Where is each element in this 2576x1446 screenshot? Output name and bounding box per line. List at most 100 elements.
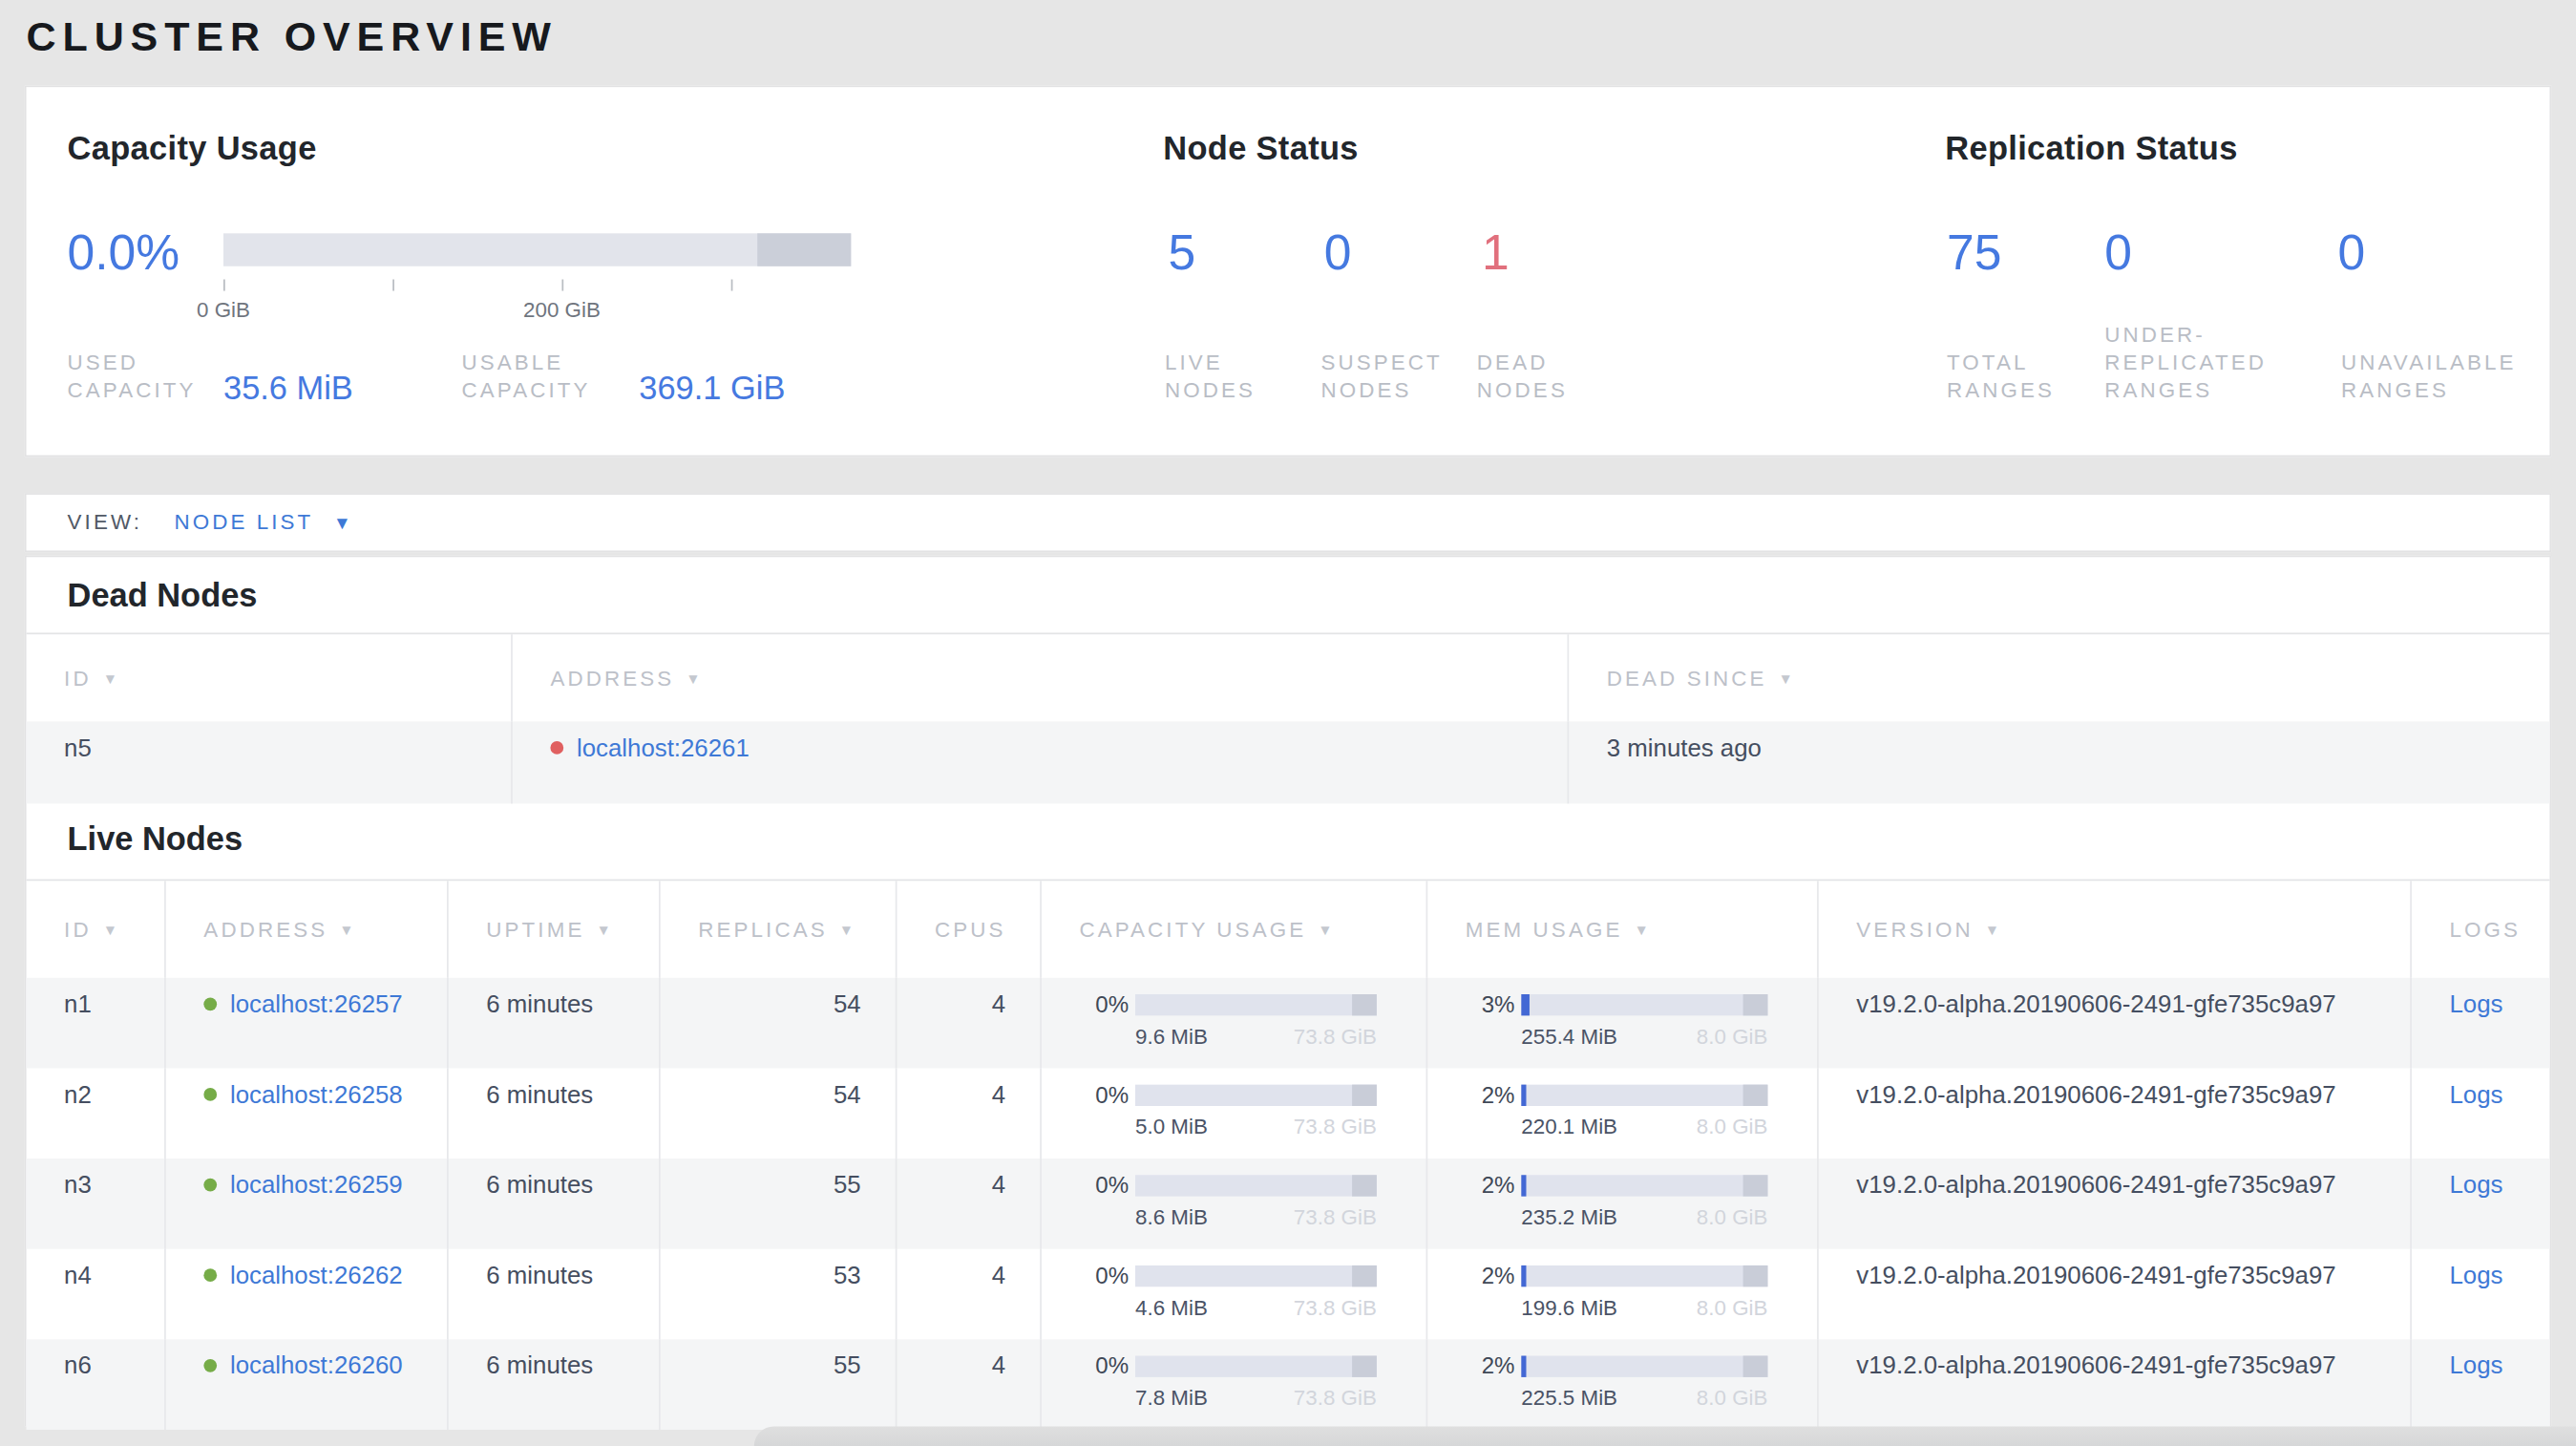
node-cpus: 4 [896,1339,1040,1430]
dead-node-address-link[interactable]: localhost:26261 [577,733,750,760]
live-status-icon [203,1359,217,1372]
node-cpus: 4 [896,1249,1040,1340]
sort-desc-icon: ▼ [339,916,353,943]
usable-capacity-value: 369.1 GiB [639,370,785,408]
node-address-link[interactable]: localhost:26258 [230,1079,403,1107]
usable-capacity-label: USABLE CAPACITY [462,349,610,405]
live-node-row: n3 localhost:26259 6 minutes 55 4 0% 8.6… [27,1159,2550,1249]
memory-bar [1521,1084,1767,1105]
live-node-row: n1 localhost:26257 6 minutes 54 4 0% 9.6… [27,978,2550,1069]
capacity-bar-reserved-segment [757,233,851,266]
node-replicas: 55 [659,1159,896,1249]
node-mem-usage: 2% 220.1 MiB8.0 GiB [1426,1068,1818,1159]
live-status-icon [203,1179,217,1192]
capacity-tick-label: 200 GiB [523,297,601,322]
view-selector-dropdown[interactable]: NODE LIST▼ [174,495,350,551]
node-address-link[interactable]: localhost:26260 [230,1350,403,1378]
live-header-replicas[interactable]: REPLICAS▼ [659,881,896,978]
logs-link[interactable]: Logs [2450,989,2503,1017]
unavailable-label: UNAVAILABLE RANGES [2341,349,2530,405]
dead-nodes-label: DEAD NODES [1477,349,1595,405]
node-version: v19.2.0-alpha.20190606-2491-gfe735c9a97 [1817,1159,2410,1249]
node-address: localhost:26259 [164,1159,447,1249]
node-address-link[interactable]: localhost:26257 [230,989,403,1017]
sort-desc-icon: ▼ [103,665,117,691]
live-nodes-count: 5 [1168,222,1195,284]
chevron-down-icon: ▼ [333,513,351,533]
node-id: n4 [27,1249,165,1340]
dead-header-address[interactable]: ADDRESS▼ [511,634,1567,721]
suspect-nodes-label: SUSPECT NODES [1320,349,1452,405]
node-cpus: 4 [896,1159,1040,1249]
live-header-cpus[interactable]: CPUS [896,881,1040,978]
live-header-uptime[interactable]: UPTIME▼ [447,881,659,978]
node-id: n1 [27,978,165,1069]
used-capacity-label: USED CAPACITY [68,349,216,405]
node-capacity-usage: 0% 9.6 MiB73.8 GiB [1040,978,1425,1069]
node-uptime: 6 minutes [447,1339,659,1430]
sort-desc-icon: ▼ [103,916,117,943]
dead-nodes-table: ID▼ ADDRESS▼ DEAD SINCE▼ n5 localhost:26… [27,632,2550,803]
capacity-bar [1135,1355,1377,1376]
live-nodes-heading: Live Nodes [68,820,243,859]
sort-desc-icon: ▼ [1318,916,1332,943]
dead-nodes-header-row: ID▼ ADDRESS▼ DEAD SINCE▼ [27,634,2550,721]
dead-header-dead-since[interactable]: DEAD SINCE▼ [1568,634,2550,721]
dead-header-id[interactable]: ID▼ [27,634,512,721]
capacity-bar [1135,1084,1377,1105]
node-version: v19.2.0-alpha.20190606-2491-gfe735c9a97 [1817,1339,2410,1430]
node-capacity-usage: 0% 5.0 MiB73.8 GiB [1040,1068,1425,1159]
dead-node-address: localhost:26261 [511,721,1567,803]
node-uptime: 6 minutes [447,978,659,1069]
view-bar: VIEW: NODE LIST▼ [25,493,2551,552]
logs-link[interactable]: Logs [2450,1261,2503,1288]
capacity-bar [1135,1265,1377,1286]
live-header-mem-usage[interactable]: MEM USAGE▼ [1426,881,1818,978]
live-header-capacity-usage[interactable]: CAPACITY USAGE▼ [1040,881,1425,978]
capacity-tick [392,280,394,291]
node-mem-usage: 2% 225.5 MiB8.0 GiB [1426,1339,1818,1430]
node-address: localhost:26257 [164,978,447,1069]
capacity-tick [223,280,225,291]
sort-desc-icon: ▼ [1634,916,1648,943]
used-capacity-value: 35.6 MiB [223,370,353,408]
live-status-icon [203,997,217,1010]
dead-status-icon [550,741,563,755]
node-address: localhost:26262 [164,1249,447,1340]
live-header-logs[interactable]: LOGS [2410,881,2549,978]
cluster-summary-card: Capacity Usage 0.0% 0 GiB 200 GiB USED C… [25,85,2551,457]
suspect-nodes-count: 0 [1324,222,1352,284]
sort-desc-icon: ▼ [596,916,610,943]
live-header-address[interactable]: ADDRESS▼ [164,881,447,978]
node-logs: Logs [2410,1159,2549,1249]
node-address-link[interactable]: localhost:26259 [230,1170,403,1198]
live-status-icon [203,1088,217,1101]
capacity-usage-heading: Capacity Usage [68,130,317,168]
live-node-row: n2 localhost:26258 6 minutes 54 4 0% 5.0… [27,1068,2550,1159]
node-id: n3 [27,1159,165,1249]
node-logs: Logs [2410,1068,2549,1159]
live-header-version[interactable]: VERSION▼ [1817,881,2410,978]
live-nodes-label: LIVE NODES [1165,349,1283,405]
live-nodes-table: ID▼ ADDRESS▼ UPTIME▼ REPLICAS▼ CPUS CAPA… [27,880,2550,1430]
node-version: v19.2.0-alpha.20190606-2491-gfe735c9a97 [1817,978,2410,1069]
node-list-card: Dead Nodes ID▼ ADDRESS▼ DEAD SINCE▼ n5 l… [25,556,2551,1427]
node-logs: Logs [2410,1249,2549,1340]
capacity-tick-label: 0 GiB [197,297,250,322]
live-node-row: n4 localhost:26262 6 minutes 53 4 0% 4.6… [27,1249,2550,1340]
node-mem-usage: 2% 235.2 MiB8.0 GiB [1426,1159,1818,1249]
node-mem-usage: 3% 255.4 MiB8.0 GiB [1426,978,1818,1069]
dead-node-id: n5 [27,721,512,803]
node-address: localhost:26258 [164,1068,447,1159]
capacity-usage-percent: 0.0% [68,222,180,284]
live-header-id[interactable]: ID▼ [27,881,165,978]
memory-bar [1521,1174,1767,1195]
node-address: localhost:26260 [164,1339,447,1430]
node-address-link[interactable]: localhost:26262 [230,1261,403,1288]
sort-desc-icon: ▼ [1985,916,1999,943]
logs-link[interactable]: Logs [2450,1350,2503,1378]
logs-link[interactable]: Logs [2450,1170,2503,1198]
logs-link[interactable]: Logs [2450,1079,2503,1107]
capacity-usage-bar [223,233,851,266]
node-capacity-usage: 0% 4.6 MiB73.8 GiB [1040,1249,1425,1340]
